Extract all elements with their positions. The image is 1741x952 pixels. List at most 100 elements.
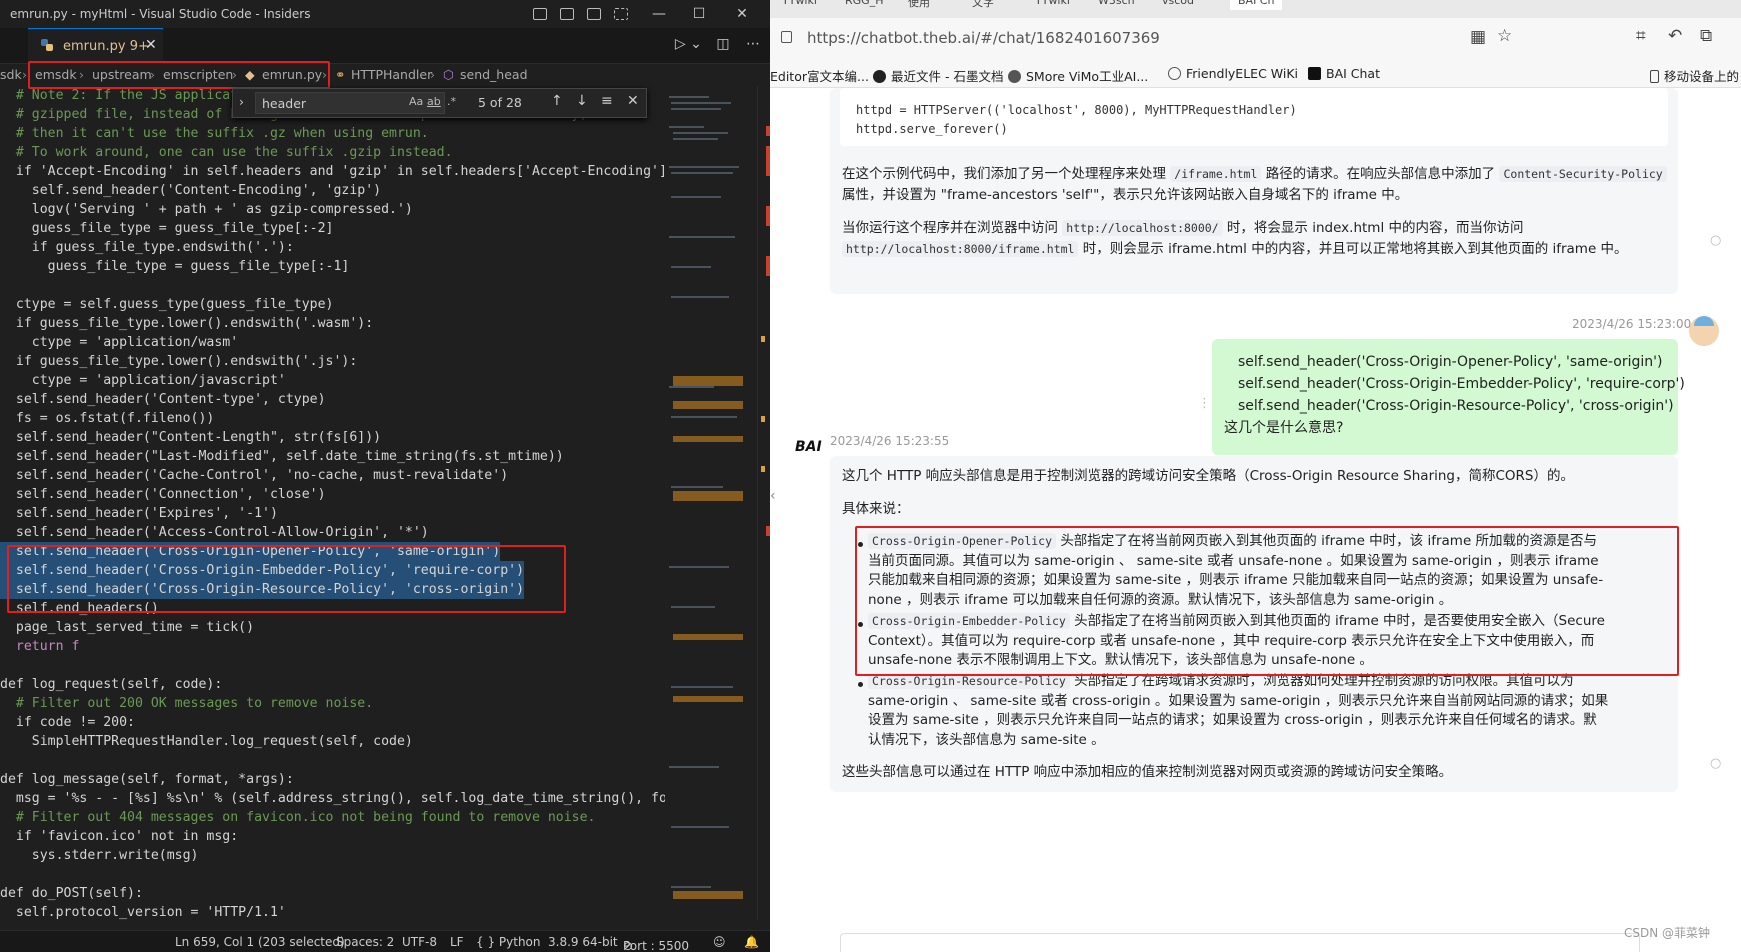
address-bar-row: https://chatbot.theb.ai/#/chat/168240160… [770, 18, 1741, 58]
split-editor-icon[interactable]: ◫ [716, 36, 729, 52]
bookmark-item[interactable]: BAI Chat [1308, 66, 1380, 81]
run-icon[interactable]: ▷ ⌄ [675, 36, 702, 52]
feedback-icon[interactable]: ☺ [713, 935, 726, 949]
code-line: guess_file_type = guess_file_type[:-1] [0, 259, 350, 274]
find-in-selection-icon[interactable]: ≡ [601, 93, 613, 109]
undo-icon[interactable]: ↶ [1668, 26, 1682, 46]
cursor-position[interactable]: Ln 659, Col 1 (203 selected) [175, 935, 345, 949]
code-line-selected: self.send_header('Cross-Origin-Resource-… [0, 580, 525, 599]
whole-word-icon[interactable]: ab [427, 95, 441, 108]
bookmark-item[interactable]: SMore ViMo工业AI... [1008, 66, 1148, 85]
breadcrumb-sep: › [22, 67, 27, 82]
browser-tab[interactable]: 文字 [972, 0, 994, 10]
language-mode[interactable]: { } Python [476, 935, 541, 949]
bot-paragraph: 这几个 HTTP 响应头部信息是用于控制浏览器的跨域访问安全策略（Cross-O… [842, 468, 1575, 484]
code-line: self.send_header("Last-Modified", self.d… [0, 449, 564, 464]
scrollbar-markers [761, 126, 770, 536]
crop-icon[interactable]: ⌗ [1636, 26, 1646, 46]
browser-tab[interactable]: vscod [1162, 0, 1194, 10]
code-line: self.send_header('Content-Encoding', 'gz… [0, 183, 382, 198]
toggle-replace-icon[interactable]: › [239, 94, 244, 109]
breadcrumb-item[interactable]: emscripten [163, 67, 233, 82]
vscode-titlebar: emrun.py - myHtml - Visual Studio Code -… [0, 0, 770, 28]
bookmarks-bar: Editor富文本编... 最近文件 - 石墨文档 SMore ViMo工业AI… [770, 58, 1741, 88]
breadcrumb-item[interactable]: emrun.py [262, 67, 322, 82]
customize-layout-icon[interactable] [614, 8, 628, 20]
bai-logo-icon [1308, 67, 1321, 80]
close-find-icon[interactable]: ✕ [627, 93, 639, 109]
browser-tab[interactable]: RGG_H [845, 0, 883, 10]
code-line: self.send_header('Content-type', ctype) [0, 392, 326, 407]
close-window-icon[interactable]: ✕ [731, 4, 753, 24]
breadcrumb-sep: › [79, 67, 84, 82]
bai-logo-icon: BAI [795, 439, 822, 455]
list-item: Cross-Origin-Resource-Policy 头部指定了在跨域请求资… [868, 673, 1609, 748]
minimize-icon[interactable]: — [648, 4, 670, 24]
browser-tab[interactable]: 使用 [908, 0, 930, 10]
address-bar[interactable]: https://chatbot.theb.ai/#/chat/168240160… [775, 23, 1555, 53]
minimap[interactable] [665, 86, 757, 920]
code-block-line: httpd = HTTPServer(('localhost', 8000), … [856, 103, 1297, 117]
breadcrumb-item[interactable]: send_head [460, 67, 528, 82]
code-line: ctype = self.guess_type(guess_file_type) [0, 297, 334, 312]
list-bullet [858, 682, 863, 687]
lock-icon[interactable] [781, 31, 792, 43]
code-line: self.protocol_version = 'HTTP/1.1' [0, 905, 286, 920]
bookmark-item[interactable]: Editor富文本编... [770, 66, 869, 85]
bookmark-item[interactable]: 最近文件 - 石墨文档 [873, 66, 1003, 85]
next-match-icon[interactable]: ↓ [576, 93, 588, 109]
toggle-panel-icon[interactable] [560, 8, 574, 20]
breadcrumb: sdk › emsdk › upstream › emscripten › ◆ … [0, 64, 770, 86]
bookmark-item[interactable]: 移动设备上的 [1650, 66, 1739, 85]
browser-tab-active[interactable]: BAI Ch [1230, 0, 1283, 10]
browser-tab[interactable]: YYwiki [1035, 0, 1070, 10]
breadcrumb-item[interactable]: upstream [92, 67, 152, 82]
chat-area: httpd = HTTPServer(('localhost', 8000), … [770, 88, 1741, 952]
tab-emrun-py[interactable]: emrun.py 9+ ✕ [28, 28, 163, 64]
browser-tab[interactable]: W3sch [1098, 0, 1135, 10]
toggle-secondary-sidebar-icon[interactable] [587, 8, 601, 20]
list-bullet [858, 542, 863, 547]
chat-input[interactable] [840, 933, 1640, 952]
class-icon: ⚭ [335, 67, 346, 82]
user-avatar [1689, 316, 1719, 346]
favorite-star-icon[interactable]: ☆ [1497, 26, 1512, 46]
code-line: ctype = 'application/wasm' [0, 335, 239, 350]
message-menu-icon[interactable]: ○ [1710, 233, 1721, 248]
breadcrumb-item[interactable]: sdk [0, 67, 22, 82]
maximize-icon[interactable]: ☐ [688, 4, 710, 24]
user-message-time: 2023/4/26 15:23:00 [1572, 317, 1692, 331]
previous-match-icon[interactable]: ↑ [551, 93, 563, 109]
status-bar: Ln 659, Col 1 (203 selected) Spaces: 2 U… [0, 930, 770, 952]
notifications-icon[interactable]: 🔔 [744, 935, 759, 949]
message-menu-icon[interactable]: ⋮ [1198, 396, 1211, 411]
message-menu-icon[interactable]: ○ [1710, 756, 1721, 771]
regex-icon[interactable]: .* [447, 95, 456, 108]
eol[interactable]: LF [450, 935, 464, 949]
bot-message-time: 2023/4/26 15:23:55 [830, 434, 950, 448]
qr-code-icon[interactable]: ▦ [1470, 27, 1486, 47]
indentation[interactable]: Spaces: 2 [336, 935, 394, 949]
more-actions-icon[interactable]: ⋯ [746, 36, 760, 52]
editor-scrollbar[interactable] [757, 86, 770, 920]
python-interpreter[interactable]: 3.8.9 64-bit [548, 935, 618, 949]
browser-tab[interactable]: YYwiki [782, 0, 817, 10]
url-text[interactable]: https://chatbot.theb.ai/#/chat/168240160… [807, 29, 1160, 47]
extensions-icon[interactable]: ⧉ [1700, 26, 1712, 46]
bot-paragraph: 在这个示例代码中，我们添加了另一个处理程序来处理 /iframe.html 路径… [842, 164, 1668, 206]
list-bullet [858, 622, 863, 627]
tab-close-icon[interactable]: ✕ [145, 37, 157, 53]
code-line: def do_POST(self): [0, 886, 143, 901]
breadcrumb-sep: › [232, 67, 237, 82]
match-case-icon[interactable]: Aa [409, 95, 423, 108]
encoding[interactable]: UTF-8 [402, 935, 437, 949]
code-line: # To work around, one can use the suffix… [0, 145, 453, 160]
bookmark-item[interactable]: FriendlyELEC WiKi [1168, 66, 1298, 81]
breadcrumb-item[interactable]: HTTPHandler [351, 67, 432, 82]
code-line: return f [0, 639, 80, 654]
collapse-sidebar-icon[interactable]: ‹ [770, 488, 780, 518]
toggle-sidebar-icon[interactable] [533, 8, 547, 20]
list-item: Cross-Origin-Opener-Policy 头部指定了在将当前网页嵌入… [868, 533, 1604, 608]
code-editor[interactable]: # Note 2: If the JS applicat # gzipped f… [0, 86, 683, 920]
breadcrumb-item[interactable]: emsdk [35, 67, 77, 82]
